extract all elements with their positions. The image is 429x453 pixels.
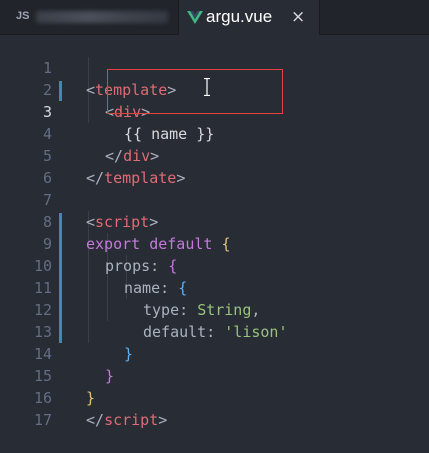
tab-bar: JS argu.vue × bbox=[0, 0, 429, 35]
code-line: 9 props: { bbox=[0, 211, 429, 275]
line-number: 17 bbox=[33, 411, 52, 429]
code-line: 11 type: String, bbox=[0, 255, 429, 319]
tag-open: </ bbox=[86, 411, 105, 429]
code-line: 1 <template> bbox=[0, 35, 429, 99]
text-cursor-icon bbox=[204, 78, 210, 96]
code-line: 13 } bbox=[0, 299, 429, 363]
code-line: 14 } bbox=[0, 321, 429, 385]
js-file-icon: JS bbox=[16, 10, 30, 22]
tab-title: argu.vue bbox=[206, 7, 273, 26]
close-icon[interactable]: × bbox=[291, 7, 305, 27]
tag-name: script bbox=[104, 411, 159, 429]
code-line: 16 </script> bbox=[0, 365, 429, 429]
highlight-annotation-box bbox=[107, 69, 283, 114]
code-line: 6 bbox=[0, 145, 429, 187]
code-line: 12 default: 'lison' bbox=[0, 277, 429, 341]
code-line: 10 name: { bbox=[0, 233, 429, 297]
code-line: 7 <script> bbox=[0, 167, 429, 231]
tab-argu-vue[interactable]: argu.vue × bbox=[178, 0, 320, 35]
code-line: 17 bbox=[0, 387, 429, 429]
tag-close: > bbox=[158, 411, 168, 429]
vue-icon bbox=[187, 11, 203, 24]
tab-label-blurred bbox=[36, 11, 168, 23]
code-line: 15 } bbox=[0, 343, 429, 407]
code-line: 8 export default { bbox=[0, 189, 429, 253]
code-line: 5 </template> bbox=[0, 123, 429, 187]
tab-js-file[interactable]: JS bbox=[0, 0, 178, 34]
